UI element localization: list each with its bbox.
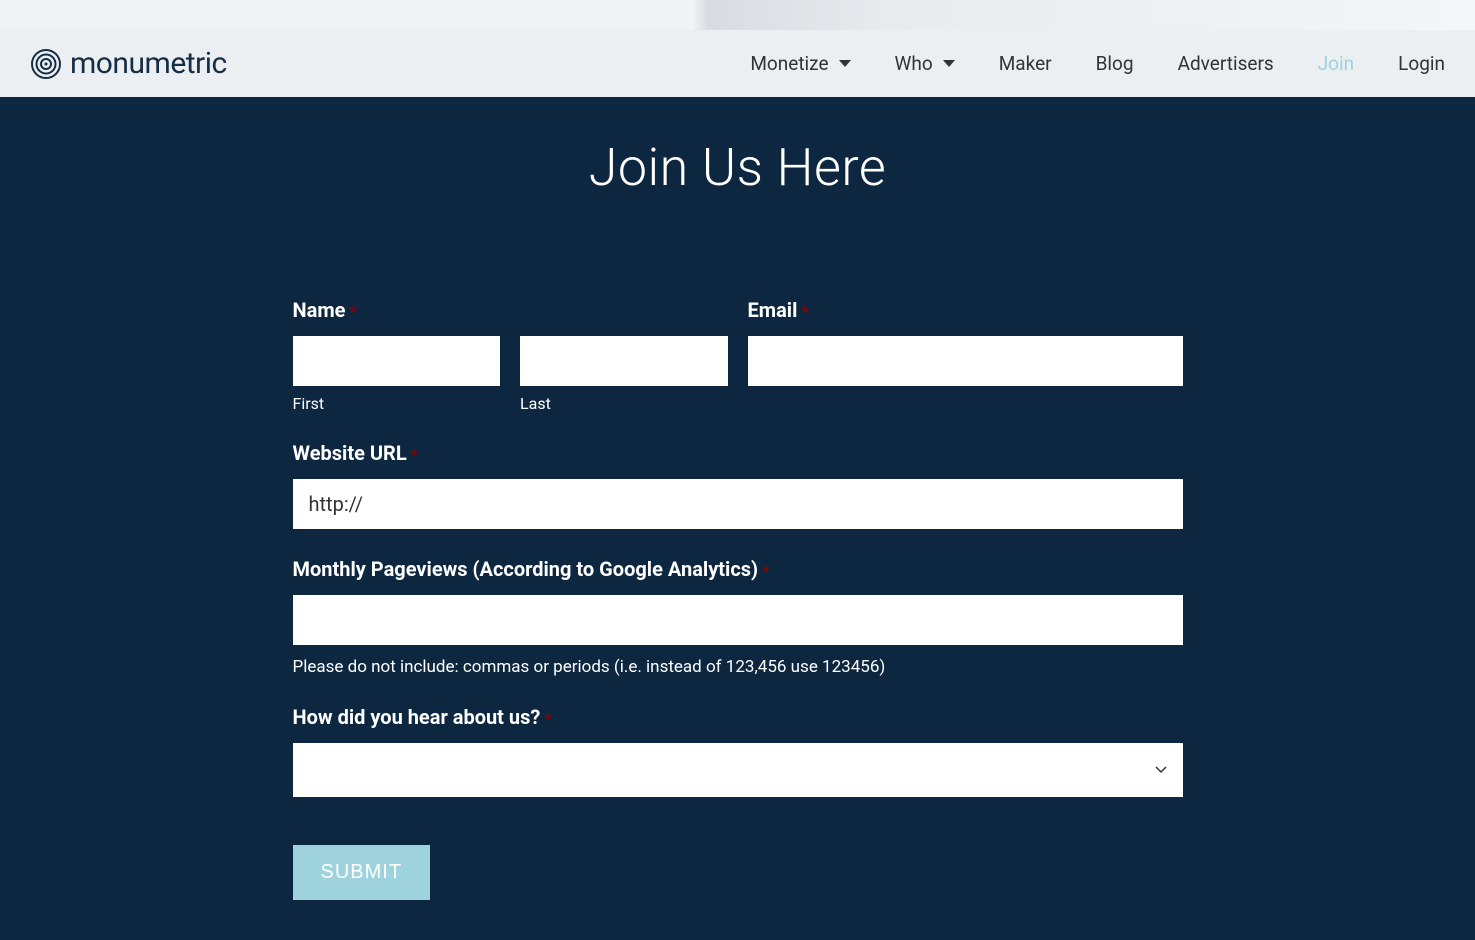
submit-button[interactable]: SUBMIT bbox=[293, 845, 431, 900]
website-url-input[interactable] bbox=[293, 479, 1183, 529]
pageviews-label: Monthly Pageviews (According to Google A… bbox=[293, 557, 1183, 581]
nav-links: Monetize Who Maker Blog Advertisers Join… bbox=[750, 52, 1445, 75]
signup-form: Name* First Last Email* bbox=[293, 198, 1183, 940]
email-label-text: Email bbox=[748, 298, 798, 322]
page-title: Join Us Here bbox=[0, 137, 1475, 198]
nav-item-maker[interactable]: Maker bbox=[999, 52, 1052, 75]
name-label: Name* bbox=[293, 298, 728, 322]
nav-label: Join bbox=[1318, 52, 1354, 75]
last-sublabel: Last bbox=[520, 394, 728, 413]
last-name-input[interactable] bbox=[520, 336, 728, 386]
website-label-text: Website URL bbox=[293, 441, 407, 465]
nav-item-advertisers[interactable]: Advertisers bbox=[1178, 52, 1274, 75]
brand-logo[interactable]: monumetric bbox=[30, 46, 227, 81]
required-marker: * bbox=[411, 445, 418, 464]
first-sublabel: First bbox=[293, 394, 501, 413]
hear-label-text: How did you hear about us? bbox=[293, 705, 541, 729]
pageviews-input[interactable] bbox=[293, 595, 1183, 645]
pageviews-helper: Please do not include: commas or periods… bbox=[293, 657, 1183, 677]
email-input[interactable] bbox=[748, 336, 1183, 386]
nav-label: Login bbox=[1398, 52, 1445, 75]
email-label: Email* bbox=[748, 298, 1183, 322]
nav-item-monetize[interactable]: Monetize bbox=[750, 52, 850, 75]
required-marker: * bbox=[801, 302, 808, 321]
nav-label: Advertisers bbox=[1178, 52, 1274, 75]
name-label-text: Name bbox=[293, 298, 346, 322]
pageviews-label-text: Monthly Pageviews (According to Google A… bbox=[293, 557, 759, 581]
nav-label: Blog bbox=[1096, 52, 1134, 75]
nav-item-who[interactable]: Who bbox=[895, 52, 955, 75]
required-marker: * bbox=[762, 561, 769, 580]
nav-label: Who bbox=[895, 52, 933, 75]
website-label: Website URL* bbox=[293, 441, 1183, 465]
nav-item-join[interactable]: Join bbox=[1318, 52, 1354, 75]
nav-label: Maker bbox=[999, 52, 1052, 75]
required-marker: * bbox=[349, 302, 356, 321]
hear-about-select[interactable] bbox=[293, 743, 1183, 797]
chevron-down-icon bbox=[943, 60, 955, 67]
first-name-input[interactable] bbox=[293, 336, 501, 386]
main-navbar: monumetric Monetize Who Maker Blog Adver… bbox=[0, 30, 1475, 97]
hero-image-strip bbox=[0, 0, 1475, 30]
nav-item-login[interactable]: Login bbox=[1398, 52, 1445, 75]
hear-about-label: How did you hear about us?* bbox=[293, 705, 1183, 729]
hero-section: Join Us Here Name* First Last bbox=[0, 97, 1475, 940]
required-marker: * bbox=[544, 709, 551, 728]
nav-item-blog[interactable]: Blog bbox=[1096, 52, 1134, 75]
chevron-down-icon bbox=[839, 60, 851, 67]
nav-label: Monetize bbox=[750, 52, 828, 75]
brand-text: monumetric bbox=[70, 46, 227, 81]
brand-icon bbox=[30, 48, 62, 80]
